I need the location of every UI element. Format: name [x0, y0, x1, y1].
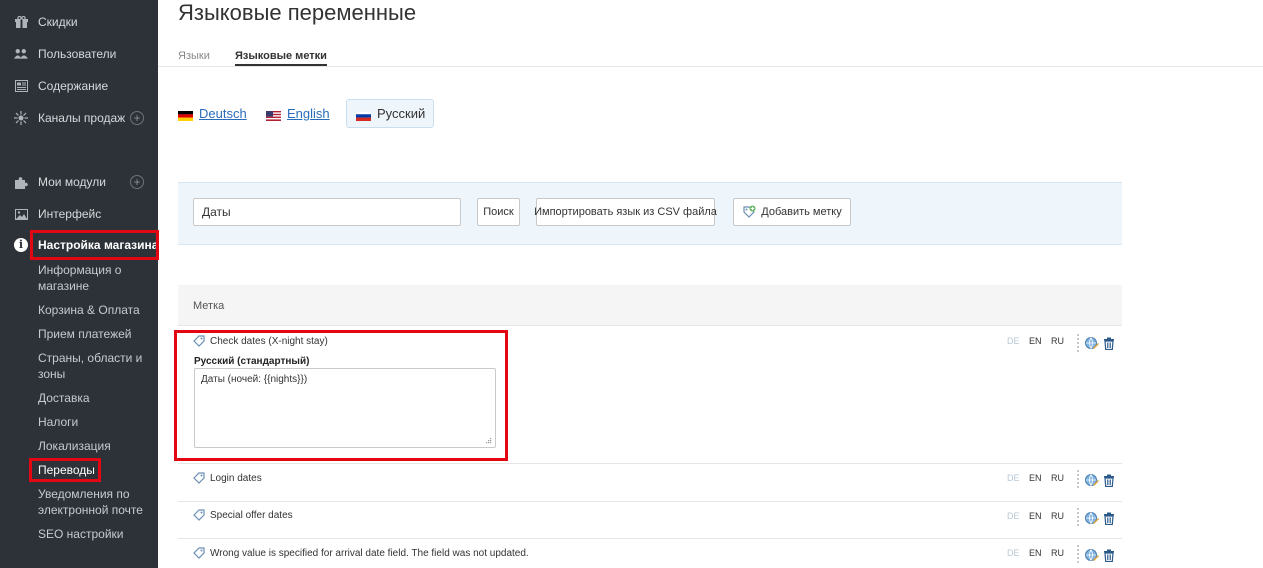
code-de[interactable]: DE — [1007, 511, 1020, 521]
sidebar: Скидки Пользователи Содержание Каналы пр… — [0, 0, 159, 568]
image-icon — [14, 207, 28, 221]
content-icon — [14, 79, 28, 93]
add-label-icon — [742, 205, 756, 219]
page-title: Языковые переменные — [178, 0, 417, 25]
code-en[interactable]: EN — [1029, 511, 1042, 521]
tab-bar: Языки Языковые метки — [158, 44, 1263, 67]
language-link[interactable]: English — [287, 106, 330, 121]
row-divider — [178, 538, 1122, 539]
submenu-shipping[interactable]: Доставка — [38, 390, 153, 406]
sidebar-item-label: Каналы продаж — [38, 111, 126, 125]
puzzle-icon — [14, 175, 28, 189]
sidebar-item-label: Содержание — [38, 79, 109, 93]
us-flag-icon — [266, 109, 281, 121]
delete-icon[interactable] — [1102, 548, 1116, 562]
row-divider — [178, 501, 1122, 502]
tab-languages[interactable]: Языки — [178, 50, 210, 62]
table-row-label[interactable]: Login dates — [193, 472, 262, 484]
language-label: Русский — [377, 106, 426, 121]
add-label-button[interactable]: Добавить метку — [733, 198, 851, 226]
tag-icon — [193, 472, 205, 484]
code-ru[interactable]: RU — [1051, 511, 1064, 521]
highlight-store-settings — [30, 230, 159, 260]
highlight-translations — [29, 458, 101, 482]
sidebar-item-discounts[interactable]: Скидки — [0, 6, 158, 38]
sidebar-item-label: Пользователи — [38, 47, 117, 61]
language-link[interactable]: Deutsch — [199, 106, 247, 121]
action-divider — [1077, 545, 1079, 563]
edit-translation-icon[interactable] — [1085, 548, 1099, 562]
edit-translation-icon[interactable] — [1085, 473, 1099, 487]
row-label-text: Login dates — [210, 472, 262, 484]
users-icon — [14, 47, 28, 61]
info-icon: i — [14, 238, 28, 252]
search-button[interactable]: Поиск — [477, 198, 520, 226]
gift-icon — [14, 15, 28, 29]
ru-flag-icon — [355, 109, 372, 121]
table-row-label[interactable]: Wrong value is specified for arrival dat… — [193, 547, 529, 559]
delete-icon[interactable] — [1102, 511, 1116, 525]
code-de[interactable]: DE — [1007, 548, 1020, 558]
tag-icon — [193, 547, 205, 559]
row-label-text: Wrong value is specified for arrival dat… — [210, 547, 529, 559]
submenu-seo-settings[interactable]: SEO настройки — [38, 526, 153, 542]
row-label-text: Special offer dates — [210, 509, 293, 521]
code-en[interactable]: EN — [1029, 473, 1042, 483]
sidebar-item-label: Интерфейс — [38, 207, 102, 221]
import-csv-button[interactable]: Импортировать язык из CSV файла — [534, 198, 717, 226]
code-de[interactable]: DE — [1007, 473, 1020, 483]
action-divider — [1077, 334, 1079, 352]
code-ru[interactable]: RU — [1051, 336, 1064, 346]
action-divider — [1077, 470, 1079, 488]
sidebar-item-my-modules[interactable]: Мои модули + — [0, 166, 158, 198]
sidebar-item-users[interactable]: Пользователи — [0, 38, 158, 70]
tag-icon — [193, 509, 205, 521]
code-ru[interactable]: RU — [1051, 473, 1064, 483]
submenu-countries[interactable]: Страны, области и зоны — [38, 350, 153, 382]
sidebar-item-label: Мои модули — [38, 175, 106, 189]
sidebar-item-interface[interactable]: Интерфейс — [0, 198, 158, 230]
tab-language-labels[interactable]: Языковые метки — [235, 50, 327, 66]
delete-icon[interactable] — [1102, 473, 1116, 487]
de-flag-icon — [178, 109, 193, 121]
submenu-localization[interactable]: Локализация — [38, 438, 153, 454]
code-en[interactable]: EN — [1029, 548, 1042, 558]
language-english[interactable]: English — [266, 106, 330, 121]
code-ru[interactable]: RU — [1051, 548, 1064, 558]
highlight-edited-row — [174, 330, 508, 461]
submenu-taxes[interactable]: Налоги — [38, 414, 153, 430]
code-de[interactable]: DE — [1007, 336, 1020, 346]
submenu-payment-methods[interactable]: Прием платежей — [38, 326, 153, 342]
delete-icon[interactable] — [1102, 336, 1116, 350]
search-input[interactable] — [193, 198, 461, 226]
edit-translation-icon[interactable] — [1085, 511, 1099, 525]
submenu-cart-payment[interactable]: Корзина & Оплата — [38, 302, 153, 318]
sales-channels-icon — [14, 111, 28, 125]
action-divider — [1077, 508, 1079, 526]
code-en[interactable]: EN — [1029, 336, 1042, 346]
edit-translation-icon[interactable] — [1085, 336, 1099, 350]
sidebar-item-label: Скидки — [38, 15, 78, 29]
add-module-button[interactable]: + — [130, 175, 144, 189]
column-header-label: Метка — [193, 300, 225, 312]
submenu-store-info[interactable]: Информация о магазине — [38, 262, 153, 294]
table-row-label[interactable]: Special offer dates — [193, 509, 293, 521]
sidebar-item-content[interactable]: Содержание — [0, 70, 158, 102]
add-sales-channel-button[interactable]: + — [130, 111, 144, 125]
submenu-email-notifications[interactable]: Уведомления по электронной почте — [38, 486, 153, 518]
table-header: Метка — [178, 285, 1122, 326]
language-russian[interactable]: Русский — [355, 106, 426, 121]
add-label-text: Добавить метку — [761, 206, 842, 218]
row-divider — [178, 463, 1122, 464]
sidebar-item-sales-channels[interactable]: Каналы продаж + — [0, 102, 158, 134]
language-deutsch[interactable]: Deutsch — [178, 106, 247, 121]
